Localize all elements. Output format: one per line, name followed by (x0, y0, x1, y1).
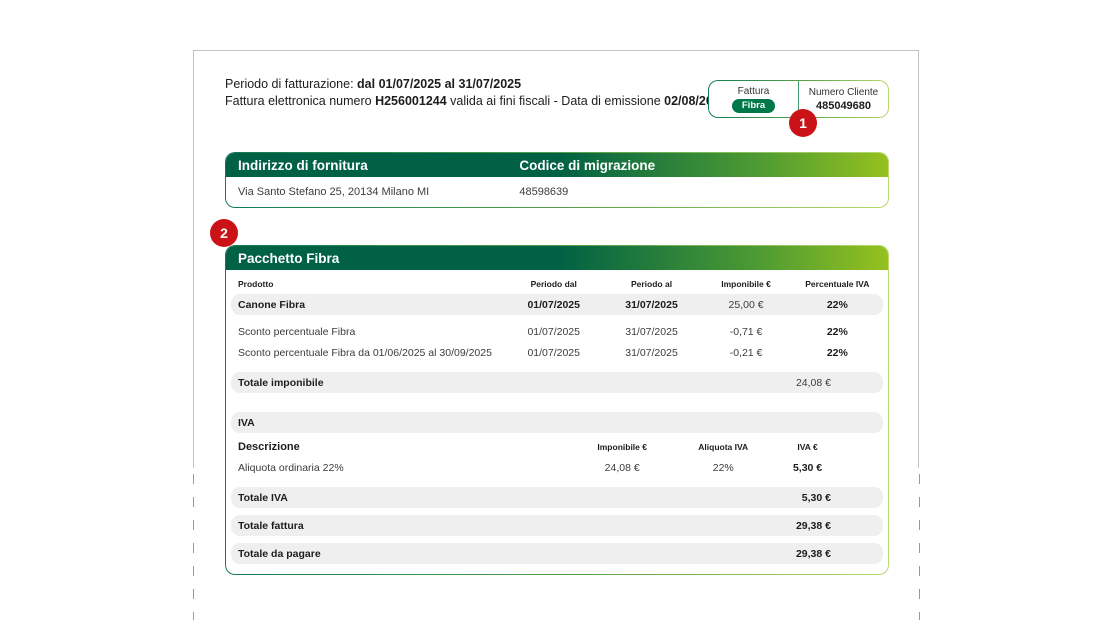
table-row: Canone Fibra 01/07/2025 31/07/2025 25,00… (231, 294, 883, 315)
package-fibra-section: Pacchetto Fibra Prodotto Periodo dal Per… (225, 245, 889, 575)
iva-table-row: Aliquota ordinaria 22% 24,08 € 22% 5,30 … (231, 457, 883, 478)
col-periodo-al: Periodo al (603, 279, 701, 289)
client-number-label: Numero Cliente (809, 87, 878, 98)
migration-code-header: Codice di migrazione (507, 158, 888, 173)
totale-imponibile-row: Totale imponibile 24,08 € (231, 372, 883, 393)
col-descrizione: Descrizione (231, 441, 570, 453)
col-iva-euro: IVA € (772, 442, 883, 452)
callout-marker-1: 1 (789, 109, 817, 137)
col-percentuale-iva: Percentuale IVA (792, 279, 883, 289)
totale-iva-row: Totale IVA 5,30 € (231, 487, 883, 508)
billing-period-line: Periodo di fatturazione: dal 01/07/2025 … (225, 76, 727, 93)
supply-address-header: Indirizzo di fornitura (226, 158, 507, 173)
callout-marker-2: 2 (210, 219, 238, 247)
totale-da-pagare-row: Totale da pagare 29,38 € (231, 543, 883, 564)
table-row: Sconto percentuale Fibra da 01/06/2025 a… (231, 342, 883, 363)
supply-address-value: Via Santo Stefano 25, 20134 Milano MI (226, 186, 507, 198)
supply-section-header: Indirizzo di fornitura Codice di migrazi… (226, 153, 888, 177)
invoice-help-image: Periodo di fatturazione: dal 01/07/2025 … (0, 0, 1113, 640)
invoice-type-label: Fattura (738, 86, 770, 97)
client-number-value: 485049680 (816, 100, 871, 112)
package-section-header: Pacchetto Fibra (226, 246, 888, 270)
supply-row: Via Santo Stefano 25, 20134 Milano MI 48… (226, 177, 888, 207)
migration-code-value: 48598639 (507, 186, 888, 198)
totale-fattura-row: Totale fattura 29,38 € (231, 515, 883, 536)
col-iva-imponibile: Imponibile € (570, 442, 674, 452)
page-continuation-dashes-left (193, 474, 194, 620)
iva-section-bar: IVA (231, 412, 883, 433)
col-imponibile: Imponibile € (700, 279, 791, 289)
col-aliquota-iva: Aliquota IVA (674, 442, 772, 452)
invoice-number-line: Fattura elettronica numero H256001244 va… (225, 93, 727, 110)
invoice-type-cell: Fattura Fibra (709, 81, 799, 117)
col-periodo-dal: Periodo dal (505, 279, 603, 289)
page-continuation-dashes-right (919, 474, 920, 620)
package-table-header: Prodotto Periodo dal Periodo al Imponibi… (231, 270, 883, 294)
supply-address-section: Indirizzo di fornitura Codice di migrazi… (225, 152, 889, 208)
col-prodotto: Prodotto (231, 279, 505, 289)
billing-period-text: Periodo di fatturazione: dal 01/07/2025 … (225, 76, 727, 110)
table-row: Sconto percentuale Fibra 01/07/2025 31/0… (231, 321, 883, 342)
iva-table-header: Descrizione Imponibile € Aliquota IVA IV… (231, 433, 883, 457)
package-title: Pacchetto Fibra (226, 251, 888, 266)
fibra-badge: Fibra (732, 99, 775, 113)
